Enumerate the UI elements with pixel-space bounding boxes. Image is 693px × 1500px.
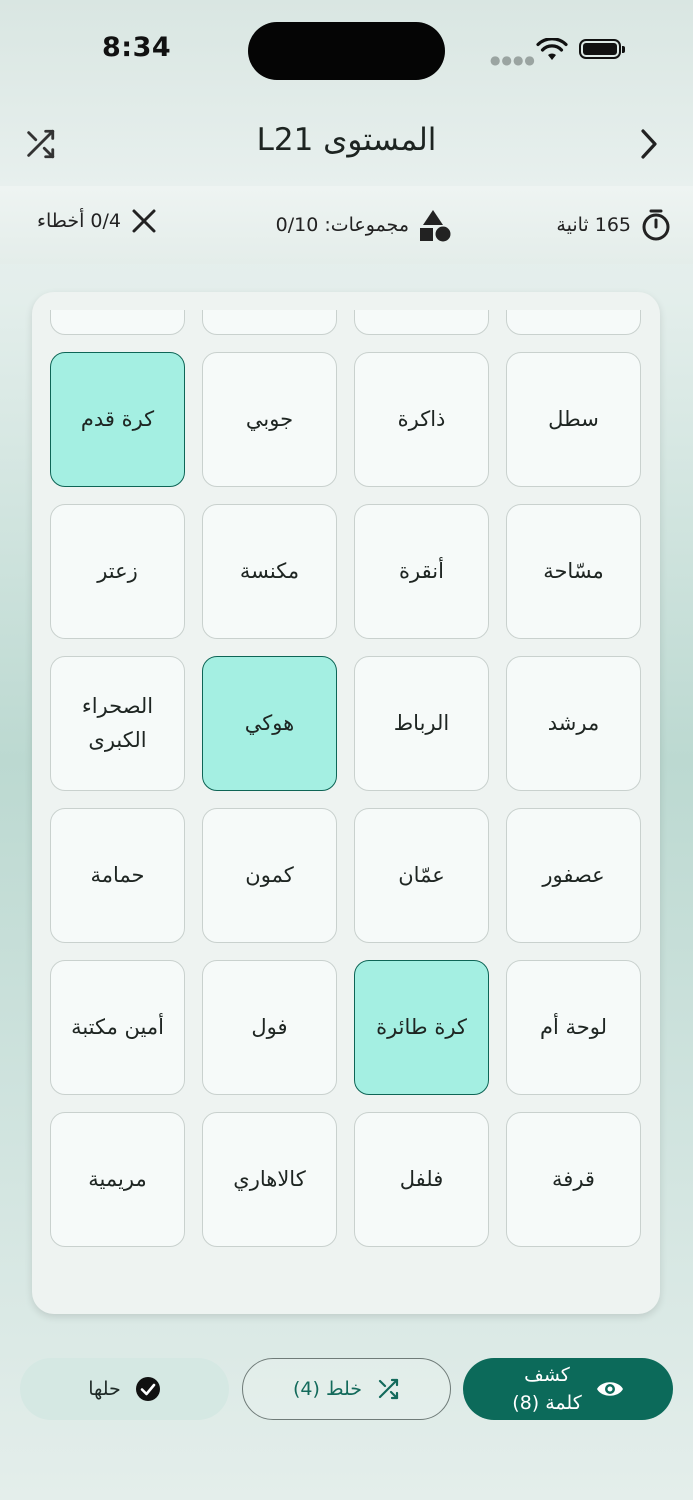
word-tile[interactable]: مدير <box>50 310 185 335</box>
word-tile[interactable]: سطل <box>506 352 641 487</box>
word-tile[interactable]: عصفور <box>506 808 641 943</box>
stopwatch-icon <box>642 209 670 241</box>
reveal-label-line2: كلمة (8) <box>512 1392 582 1414</box>
solve-label: حلها <box>88 1378 121 1400</box>
page-title: المستوى L21 <box>256 122 437 158</box>
reveal-label-line1: كشف <box>524 1363 570 1386</box>
close-icon <box>132 209 156 233</box>
word-tile[interactable]: مكنسة <box>202 504 337 639</box>
status-bar: 8:34 ●●●● <box>0 0 693 100</box>
word-tile[interactable]: كرة قدم <box>50 352 185 487</box>
status-time: 8:34 <box>102 32 172 63</box>
groups-stat: مجموعات: 0/10 <box>276 208 451 242</box>
check-circle-icon <box>135 1377 160 1401</box>
reveal-label: كشف كلمة (8) <box>512 1361 581 1418</box>
wifi-icon <box>536 38 568 60</box>
mistakes-text: 0/4 أخطاء <box>37 210 121 232</box>
board-scroll[interactable]: قرص فلافل لبنة مدير سطلذاكرةجوبيكرة قدم مسّاح… <box>32 310 660 1296</box>
word-tile[interactable]: فلافل <box>354 310 489 335</box>
word-tile[interactable]: عمّان <box>354 808 489 943</box>
word-tile[interactable]: مريمية <box>50 1112 185 1247</box>
word-tile[interactable]: أمين مكتبة <box>50 960 185 1095</box>
signal-icon: ●●●● <box>490 53 536 67</box>
word-grid: قرص فلافل لبنة مدير سطلذاكرةجوبيكرة قدم مسّاح… <box>50 310 641 1247</box>
word-tile[interactable]: كرة طائرة <box>354 960 489 1095</box>
word-tile[interactable]: كالاهاري <box>202 1112 337 1247</box>
dynamic-island <box>248 22 445 80</box>
word-tile[interactable]: الصحراء الكبرى <box>50 656 185 791</box>
word-tile[interactable]: الرباط <box>354 656 489 791</box>
word-tile[interactable]: أنقرة <box>354 504 489 639</box>
shuffle-button[interactable]: خلط (4) <box>242 1358 451 1420</box>
timer-text: 165 ثانية <box>556 214 631 236</box>
battery-icon <box>579 39 625 59</box>
timer-stat: 165 ثانية <box>556 208 671 242</box>
stats-bar: 165 ثانية مجموعات: 0/10 0/4 أخطاء <box>0 186 693 264</box>
word-tile[interactable]: حمامة <box>50 808 185 943</box>
word-tile[interactable]: كمون <box>202 808 337 943</box>
chevron-right-icon[interactable] <box>628 124 668 164</box>
solve-button[interactable]: حلها <box>20 1358 229 1420</box>
word-board: قرص فلافل لبنة مدير سطلذاكرةجوبيكرة قدم مسّاح… <box>32 292 660 1314</box>
mistakes-stat: 0/4 أخطاء <box>37 208 157 234</box>
word-tile[interactable]: مسّاحة <box>506 504 641 639</box>
shuffle-label: خلط (4) <box>292 1378 363 1400</box>
word-tile[interactable]: لوحة أم <box>506 960 641 1095</box>
header: المستوى L21 <box>0 100 693 186</box>
groups-text: مجموعات: 0/10 <box>275 214 409 236</box>
word-tile[interactable]: ذاكرة <box>354 352 489 487</box>
word-tile[interactable]: زعتر <box>50 504 185 639</box>
word-tile[interactable]: جوبي <box>202 352 337 487</box>
word-tile[interactable]: فول <box>202 960 337 1095</box>
word-tile[interactable]: مرشد <box>506 656 641 791</box>
reveal-word-button[interactable]: كشف كلمة (8) <box>463 1358 673 1420</box>
shapes-icon <box>420 210 451 242</box>
word-tile[interactable]: هوكي <box>202 656 337 791</box>
word-tile[interactable]: لبنة <box>202 310 337 335</box>
word-tile[interactable]: فلفل <box>354 1112 489 1247</box>
word-tile[interactable]: قرفة <box>506 1112 641 1247</box>
shuffle-icon <box>378 1378 399 1400</box>
eye-icon <box>596 1382 623 1396</box>
word-tile[interactable]: قرص <box>506 310 641 335</box>
